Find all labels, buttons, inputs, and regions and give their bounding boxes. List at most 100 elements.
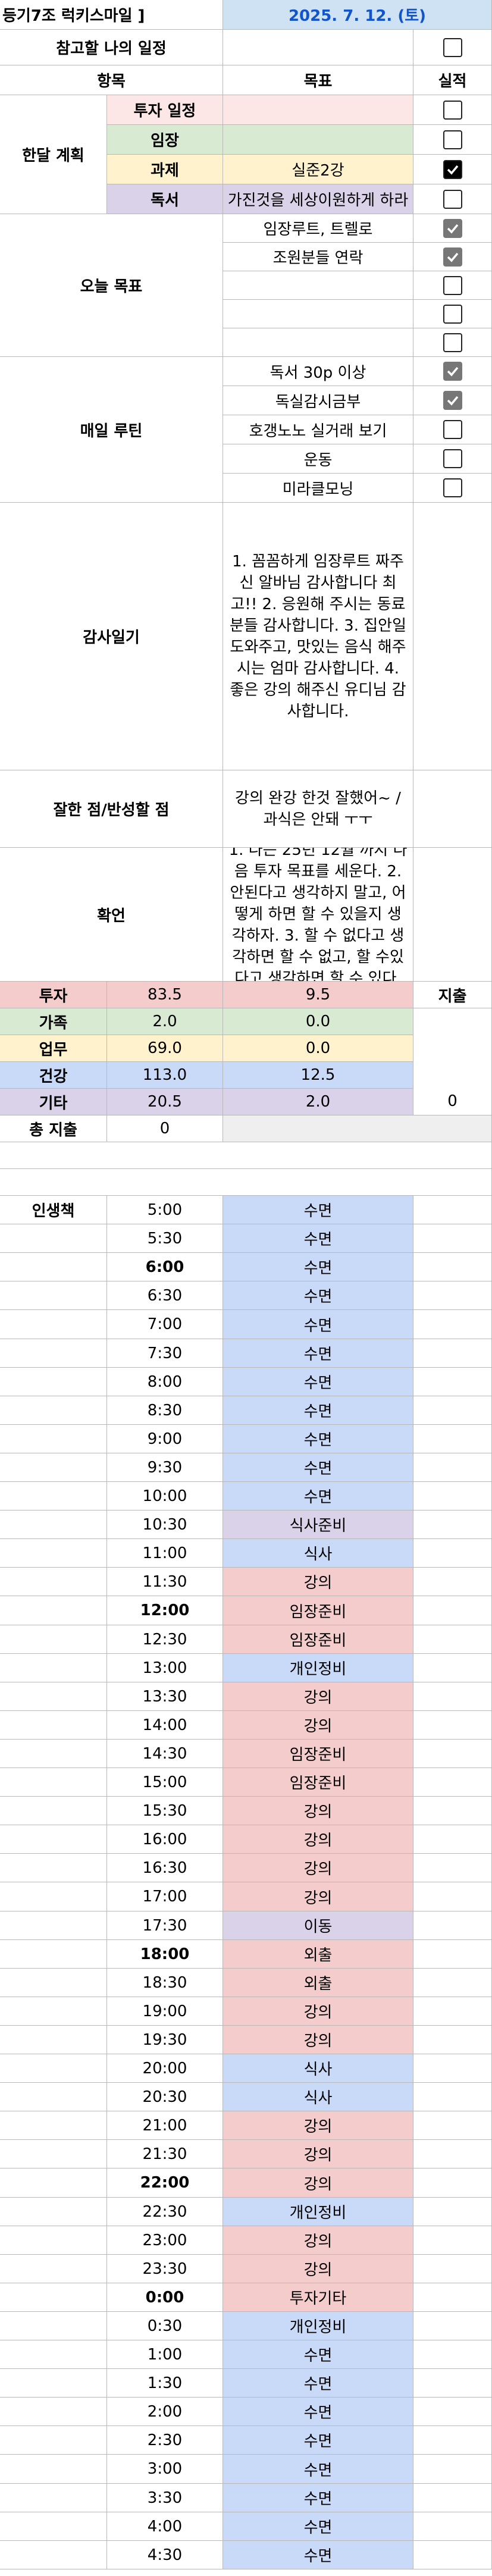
time-slot: 13:00 [107,1654,223,1682]
activity-slot[interactable]: 외출 [223,1969,413,1997]
today-checkbox[interactable] [443,275,462,295]
timeline-extra [413,2140,492,2168]
activity-slot[interactable]: 수면 [223,1281,413,1310]
activity-slot[interactable]: 임장준비 [223,1768,413,1797]
summary-today: 2.0 [223,1089,413,1115]
timeline-extra [413,2283,492,2312]
activity-slot[interactable]: 개인정비 [223,1654,413,1682]
monthly-checkbox[interactable] [443,130,462,149]
routine-check [413,415,492,444]
activity-slot[interactable]: 강의 [223,1711,413,1740]
today-checkbox[interactable] [443,218,462,238]
activity-slot[interactable]: 개인정비 [223,2312,413,2340]
activity-slot[interactable]: 수면 [223,1224,413,1253]
activity-slot[interactable]: 수면 [223,2455,413,2484]
summary-total: 20.5 [107,1089,223,1115]
activity-slot[interactable]: 수면 [223,1482,413,1510]
activity-slot[interactable]: 강의 [223,1568,413,1596]
timeline-extra [413,1482,492,1510]
activity-slot[interactable]: 강의 [223,1682,413,1711]
summary-label: 업무 [0,1035,107,1062]
today-checkbox[interactable] [443,333,462,352]
activity-slot[interactable]: 수면 [223,2512,413,2541]
activity-slot[interactable]: 임장준비 [223,1625,413,1654]
activity-slot[interactable]: 수면 [223,1253,413,1281]
activity-slot[interactable]: 투자기타 [223,2283,413,2312]
time-slot: 9:30 [107,1453,223,1482]
monthly-goal: 실준2강 [223,155,413,184]
activity-slot[interactable]: 강의 [223,1797,413,1825]
timeline-extra [413,1368,492,1396]
activity-slot[interactable]: 수면 [223,2484,413,2512]
timeline-extra [413,1740,492,1768]
activity-slot[interactable]: 식사 [223,2054,413,2083]
today-checkbox[interactable] [443,304,462,324]
activity-slot[interactable]: 외출 [223,1940,413,1969]
activity-slot[interactable]: 강의 [223,2255,413,2283]
activity-slot[interactable]: 수면 [223,1396,413,1425]
activity-slot[interactable]: 수면 [223,1368,413,1396]
timeline-side [0,1797,107,1825]
timeline-extra [413,2198,492,2226]
activity-slot[interactable]: 강의 [223,2226,413,2255]
activity-slot[interactable]: 강의 [223,1882,413,1911]
activity-slot[interactable]: 이동 [223,1911,413,1940]
time-slot: 3:00 [107,2455,223,2484]
summary-label: 가족 [0,1008,107,1035]
activity-slot[interactable]: 강의 [223,1997,413,2026]
activity-slot[interactable]: 식사 [223,2083,413,2111]
activity-slot[interactable]: 수면 [223,2369,413,2398]
activity-slot[interactable]: 강의 [223,2140,413,2168]
monthly-checkbox[interactable] [443,100,462,120]
monthly-checkbox[interactable] [443,189,462,209]
routine-checkbox[interactable] [443,391,462,410]
activity-slot[interactable]: 임장준비 [223,1596,413,1625]
time-slot: 17:30 [107,1911,223,1940]
timeline-label: 인생책 [0,1196,107,1225]
activity-slot[interactable]: 강의 [223,1854,413,1882]
activity-slot[interactable]: 수면 [223,1196,413,1224]
activity-slot[interactable]: 강의 [223,1825,413,1854]
summary-today: 9.5 [223,982,413,1008]
activity-slot[interactable]: 수면 [223,2541,413,2569]
activity-slot[interactable]: 식사 [223,1539,413,1568]
activity-slot[interactable]: 수면 [223,2340,413,2369]
activity-slot[interactable]: 수면 [223,2398,413,2426]
today-check [413,328,492,357]
today-checkbox[interactable] [443,247,462,267]
spend-value: 0 [413,1008,492,1115]
routine-checkbox[interactable] [443,362,462,381]
schedule-checkbox[interactable] [443,37,462,57]
summary-today: 12.5 [223,1062,413,1089]
routine-checkbox[interactable] [443,420,462,439]
activity-slot[interactable]: 수면 [223,1339,413,1368]
timeline-side [0,1740,107,1768]
activity-slot[interactable]: 식사준비 [223,1510,413,1539]
activity-slot[interactable]: 개인정비 [223,2198,413,2226]
timeline-side [0,1711,107,1740]
time-slot: 19:00 [107,1997,223,2026]
monthly-checkbox[interactable] [443,159,462,179]
time-slot: 1:30 [107,2369,223,2398]
monthly-category: 과제 [107,155,223,184]
activity-slot[interactable]: 수면 [223,1453,413,1482]
activity-slot[interactable]: 강의 [223,2026,413,2054]
col-item: 항목 [0,65,223,95]
check-icon [447,252,458,262]
activity-slot[interactable]: 수면 [223,1425,413,1453]
routine-checkbox[interactable] [443,449,462,468]
time-slot: 20:30 [107,2083,223,2111]
time-slot: 5:00 [107,1196,223,1224]
activity-slot[interactable]: 임장준비 [223,1740,413,1768]
timeline-side [0,1281,107,1310]
timeline-side [0,2398,107,2426]
total-spend-label: 총 지출 [0,1115,107,1142]
activity-slot[interactable]: 수면 [223,1310,413,1339]
routine-checkbox[interactable] [443,478,462,497]
activity-slot[interactable]: 수면 [223,2426,413,2455]
activity-slot[interactable]: 강의 [223,2111,413,2140]
timeline-extra [413,1539,492,1568]
activity-slot[interactable]: 강의 [223,2168,413,2198]
time-slot: 23:30 [107,2255,223,2283]
monthly-category: 독서 [107,184,223,214]
